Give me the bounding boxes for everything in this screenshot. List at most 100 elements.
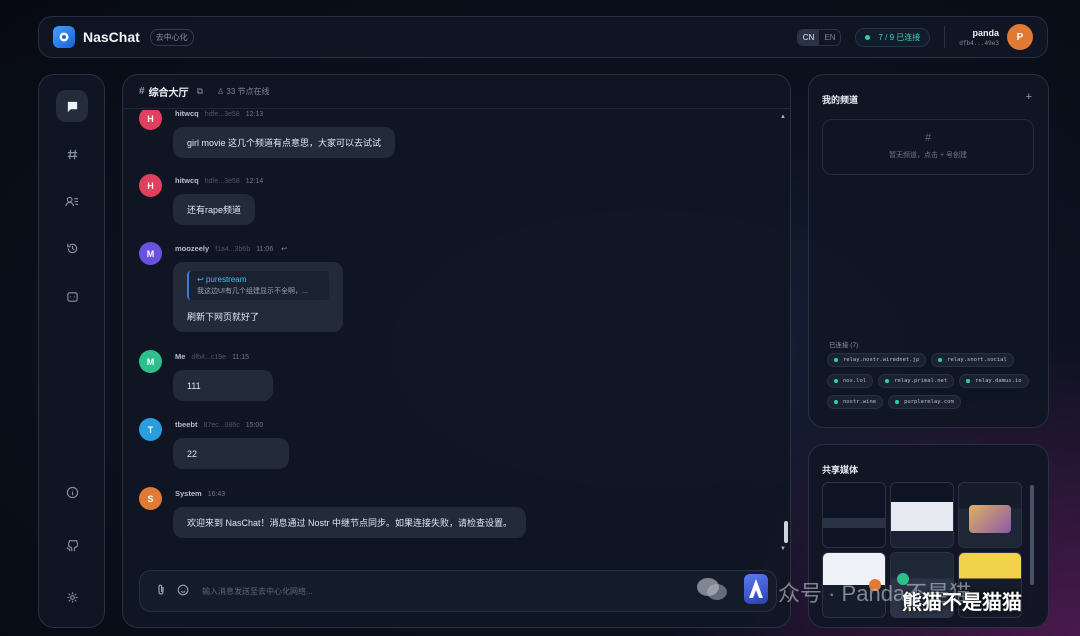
my-channels-panel: 我的频道 + # 暂无频道，点击 + 号创建 已连接 (7) relay.nos… xyxy=(808,74,1049,428)
hash-icon[interactable] xyxy=(56,138,88,170)
quoted-message[interactable]: ↩ purestream 我这边UI有几个组建显示不全啊，... xyxy=(187,271,329,300)
relay-url: relay.damus.io xyxy=(975,378,1022,384)
history-icon[interactable] xyxy=(56,232,88,264)
relay-chip[interactable]: relay.primal.net xyxy=(878,374,955,388)
media-image-preview xyxy=(969,505,1011,533)
online-count: ♙ 33 节点在线 xyxy=(217,86,270,97)
quoted-author-name: purestream xyxy=(205,275,247,284)
message-time: 12:14 xyxy=(245,178,264,185)
message-time: 11:15 xyxy=(232,354,250,361)
chat-panel: # 综合大厅 ⧉ ♙ 33 节点在线 H hitwcq hdfe...3e58 12… xyxy=(122,74,791,628)
user-name: panda xyxy=(972,27,999,38)
sender-pubkey: f1a4...3b6b xyxy=(215,246,251,253)
sender-avatar[interactable]: H xyxy=(139,174,162,197)
sender-name: tbeebt xyxy=(175,420,198,429)
add-channel-button[interactable]: + xyxy=(1026,91,1032,103)
account-logo-icon xyxy=(744,574,768,604)
settings-icon[interactable] xyxy=(56,581,88,613)
message-bubble: girl movie 这几个频道有点意思，大家可以去试试 xyxy=(173,127,396,158)
relay-url: nos.lol xyxy=(843,378,867,384)
message-bubble: ↩ purestream 我这边UI有几个组建显示不全啊，... 刷新下网页就好… xyxy=(173,262,343,332)
relay-status-dot-icon xyxy=(834,400,838,404)
sender-name: Me xyxy=(175,352,186,361)
wechat-logo-icon xyxy=(696,576,728,602)
relay-chip[interactable]: relay.snort.social xyxy=(931,353,1014,367)
quoted-text: 我这边UI有几个组建显示不全啊，... xyxy=(197,288,308,295)
relays-label: 已连接 (7) xyxy=(829,342,859,349)
quoted-author: ↩ purestream xyxy=(197,275,247,284)
empty-hash-icon: # xyxy=(924,132,932,144)
relay-status-dot-icon xyxy=(895,400,900,404)
connection-status-text: 7 / 9 已连接 xyxy=(878,32,921,42)
relay-url: purplerelay.com xyxy=(904,399,954,405)
info-icon[interactable] xyxy=(56,476,88,508)
relay-status-dot-icon xyxy=(885,379,890,383)
relay-chip[interactable]: nostr.wine xyxy=(827,395,884,409)
relay-status-dot-icon xyxy=(938,358,943,362)
sender-avatar[interactable]: S xyxy=(139,487,162,510)
relay-chip[interactable]: purplerelay.com xyxy=(888,395,961,409)
relay-url: nostr.wine xyxy=(843,399,877,405)
message-meta: tbeebt 87ec...086c 15:00 xyxy=(175,420,263,429)
github-icon[interactable] xyxy=(56,530,88,562)
lang-en-button[interactable]: EN xyxy=(819,30,840,45)
copy-icon[interactable]: ⧉ xyxy=(197,86,203,97)
relay-list: relay.nostr.wirednet.jp relay.snort.soci… xyxy=(827,353,1039,416)
watermark-overlay: 众号 · Panda不是猫 熊猫不是猫猫 xyxy=(690,566,1080,626)
chat-header: # 综合大厅 ⧉ ♙ 33 节点在线 xyxy=(123,75,790,109)
relay-url: relay.nostr.wirednet.jp xyxy=(843,357,920,363)
sender-name: System xyxy=(175,489,202,498)
sender-avatar[interactable]: T xyxy=(139,418,162,441)
chat-icon[interactable] xyxy=(56,90,88,122)
message-time: 15:00 xyxy=(245,422,264,429)
top-header: NasChat 去中心化 CN EN 7 / 9 已连接 panda dfb4.… xyxy=(38,16,1048,58)
user-icon: ♙ xyxy=(217,87,225,96)
message-bubble: 欢迎来到 NasChat！消息通过 Nostr 中继节点同步。如果连接失败，请检… xyxy=(173,507,527,538)
sender-avatar[interactable]: M xyxy=(139,350,162,373)
message-bubble: 22 xyxy=(173,438,289,469)
relay-url: relay.primal.net xyxy=(894,378,948,384)
attachment-icon[interactable] xyxy=(150,584,172,599)
message-time: 11:06 xyxy=(256,246,274,253)
user-pubkey: dfb4...49e3 xyxy=(959,39,999,47)
user-avatar[interactable]: P xyxy=(1007,24,1033,50)
message-meta: hitwcq hdfe...3e58 12:13 xyxy=(175,110,263,118)
sender-avatar[interactable]: M xyxy=(139,242,162,265)
relay-chip[interactable]: relay.damus.io xyxy=(959,374,1029,388)
app-title: NasChat xyxy=(83,29,140,45)
app-logo-icon xyxy=(53,26,75,48)
left-sidebar xyxy=(38,74,105,628)
sender-pubkey: dfb4...c19e xyxy=(191,354,227,361)
user-info: panda dfb4...49e3 xyxy=(959,28,999,47)
media-thumbnail[interactable] xyxy=(822,482,886,548)
scroll-up-arrow[interactable]: ▲ xyxy=(780,114,786,120)
message-bubble: 还有rape频道 xyxy=(173,194,256,225)
bot-icon[interactable] xyxy=(56,280,88,312)
relay-chip[interactable]: nos.lol xyxy=(827,374,874,388)
message-input[interactable] xyxy=(202,586,766,596)
empty-channels-text: 暂无频道，点击 + 号创建 xyxy=(889,152,967,159)
scrollbar-thumb[interactable] xyxy=(784,521,788,543)
users-icon[interactable] xyxy=(56,185,88,217)
reply-icon[interactable]: ↩ xyxy=(281,246,287,253)
lang-cn-button[interactable]: CN xyxy=(797,29,820,45)
language-switch: CN EN xyxy=(796,28,842,46)
channels-title: 我的频道 xyxy=(822,95,859,105)
connection-status[interactable]: 7 / 9 已连接 xyxy=(855,27,931,47)
sender-avatar[interactable]: H xyxy=(139,110,162,130)
media-thumbnail[interactable] xyxy=(958,482,1022,548)
message-time: 16:43 xyxy=(207,491,226,498)
sender-pubkey: hdfe...3e58 xyxy=(204,111,240,118)
sender-pubkey: 87ec...086c xyxy=(203,422,240,429)
relay-status-dot-icon xyxy=(834,358,838,362)
scroll-down-arrow[interactable]: ▼ xyxy=(780,546,786,552)
empty-channels: # 暂无频道，点击 + 号创建 xyxy=(822,119,1034,175)
message-list[interactable]: H hitwcq hdfe...3e58 12:13 girl movie 这几个频… xyxy=(123,110,790,570)
message-text: 刷新下网页就好了 xyxy=(187,312,260,322)
header-divider xyxy=(944,26,946,48)
watermark-tag: 熊猫不是猫猫 xyxy=(902,592,1022,614)
media-thumbnail[interactable] xyxy=(890,482,954,548)
emoji-icon[interactable] xyxy=(172,584,194,599)
online-count-text: 33 节点在线 xyxy=(226,87,270,96)
relay-chip[interactable]: relay.nostr.wirednet.jp xyxy=(827,353,927,367)
